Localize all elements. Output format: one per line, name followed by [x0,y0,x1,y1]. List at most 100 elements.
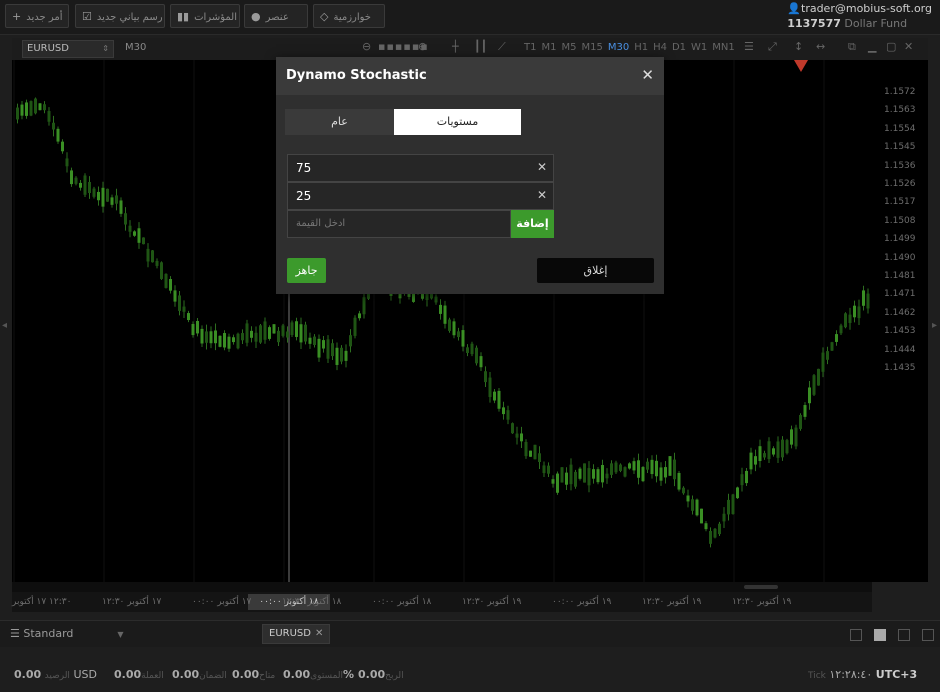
candle-body [169,279,172,291]
timeframe-m30[interactable]: M30 [608,42,629,53]
horizontal-resize-icon[interactable]: ↔ [816,40,825,53]
candle-body [200,328,204,344]
chart-tab[interactable]: EURUSD ✕ [262,624,331,644]
element-button[interactable]: ● عنصر [244,4,308,28]
timeframe-m1[interactable]: M1 [541,42,556,53]
chevron-updown-icon: ⇕ [102,44,109,53]
timeframe-d1[interactable]: D1 [672,42,686,53]
candle-body [758,446,762,462]
layout-select[interactable]: ☰ Standard ▼ [10,627,124,640]
close-icon[interactable]: ✕ [641,66,654,84]
timeframe-m15[interactable]: M15 [581,42,602,53]
zoom-in-icon[interactable]: ⊕ [418,40,427,53]
chart-scrollbar[interactable] [12,582,872,592]
candle-body [587,468,591,486]
level-value[interactable]: 25 [296,189,311,203]
right-arrow-icon[interactable]: ▸ [932,320,937,331]
candle-body [331,343,334,357]
level-value[interactable]: 75 [296,161,311,175]
candle-body [110,197,114,205]
candle-body [862,290,865,306]
candle-body [88,181,91,194]
maximize-icon[interactable]: ▢ [886,40,896,53]
candle-body [443,305,447,324]
profit-status: 0.00الربح [358,668,404,681]
layout-rows-icon[interactable] [922,629,934,641]
candle-body [515,433,519,438]
level-input[interactable]: ادخل القيمة [287,210,511,238]
candle-body [704,523,708,530]
timeframe-mn1[interactable]: MN1 [712,42,734,53]
timeframe-w1[interactable]: W1 [691,42,707,53]
remove-level-icon[interactable]: ✕ [537,188,547,202]
price-tick-label: 1.1572 [884,87,916,97]
new-chart-button[interactable]: ☑ رسم بياني جديد [75,4,165,28]
candle-body [736,487,739,499]
price-tick-label: 1.1508 [884,215,916,226]
remove-level-icon[interactable]: ✕ [537,160,547,174]
layout-columns-icon[interactable] [898,629,910,641]
candle-body [466,347,469,353]
symbol-select[interactable]: EURUSD ⇕ [22,40,114,58]
candle-body [830,342,834,351]
candle-body [565,472,568,485]
candle-body [362,297,366,315]
time-tick-label: ١٨ أكتوبر ٠٠:٠٠ [372,597,432,607]
candle-body [538,453,541,462]
new-order-button[interactable]: + أمر جديد [5,4,69,28]
close-button[interactable]: إغلاق [537,258,654,283]
price-axis[interactable]: 1.1572 1.1563 1.1554 1.1545 1.1536 1.1526 1.15… [872,60,928,582]
timeframe-t1[interactable]: T1 [524,42,536,53]
candle-body [83,175,87,195]
candle-body [16,107,19,120]
price-tick-label: 1.1536 [884,160,916,171]
candle-body [506,410,510,420]
candle-body [119,200,123,214]
zoom-out-icon[interactable]: ⊖ [362,40,371,53]
draw-tools-icon[interactable]: ☰ [744,40,754,53]
time-axis[interactable]: ١٨ أكتوبر ٠٠:٠٠ ١٢:٣٠ ١٧ أكتوبر ١٧ أكتوبر… [12,592,872,612]
indicators-button[interactable]: ▮▮ المؤشرات [170,4,240,28]
candle-body [866,293,870,309]
tab-general[interactable]: عام [285,109,394,135]
left-arrow-icon[interactable]: ◂ [2,320,7,331]
algorithm-button[interactable]: ◇ خوارزمية [313,4,385,28]
vertical-resize-icon[interactable]: ↕ [794,40,803,53]
candle-body [790,429,793,445]
candle-body [610,463,613,475]
candle-body [92,188,96,197]
close-chart-icon[interactable]: ✕ [904,40,913,53]
candle-body [115,195,118,204]
candle-body [614,462,618,473]
scroll-thumb[interactable] [744,585,778,589]
time-tick-label: ١٧ أكتوبر ٠٠:٠٠ [192,597,252,607]
account-info[interactable]: 👤trader@mobius-soft.org 1137577 Dollar F… [787,1,932,31]
timeframe-h1[interactable]: H1 [634,42,648,53]
layout-grid-icon[interactable] [874,629,886,641]
time-tick-label: ١٩ أكتوبر ١٢:٣٠ [732,597,792,607]
account-email: trader@mobius-soft.org [801,2,932,15]
timeframe-h4[interactable]: H4 [653,42,667,53]
timeframe-m5[interactable]: M5 [561,42,576,53]
minimize-icon[interactable]: ▁ [868,40,876,53]
candle-body [691,499,694,511]
candle-body [263,321,267,340]
candle-body [47,111,51,122]
time-tick-label: ١٩ أكتوبر ٠٠:٠٠ [552,597,612,607]
candle-body [493,391,496,401]
ready-button[interactable]: جاهز [287,258,326,283]
candles-icon[interactable]: ┃┃ [474,40,487,53]
popout-icon[interactable]: ⧉ [848,40,856,54]
expand-diagonal-icon[interactable]: ⤢ [768,40,777,54]
tab-levels[interactable]: مستويات [394,109,521,135]
price-tick-label: 1.1444 [884,344,916,355]
add-level-button[interactable]: إضافة [511,210,554,238]
close-tab-icon[interactable]: ✕ [315,628,323,639]
candle-body [592,469,595,479]
crosshair-icon[interactable]: ┼ [452,40,459,53]
dialog-title: Dynamo Stochastic [286,68,427,83]
layout-single-icon[interactable] [850,629,862,641]
price-tick-label: 1.1481 [884,271,916,281]
candle-body [281,325,285,336]
line-icon[interactable]: ⟋ [498,40,506,54]
